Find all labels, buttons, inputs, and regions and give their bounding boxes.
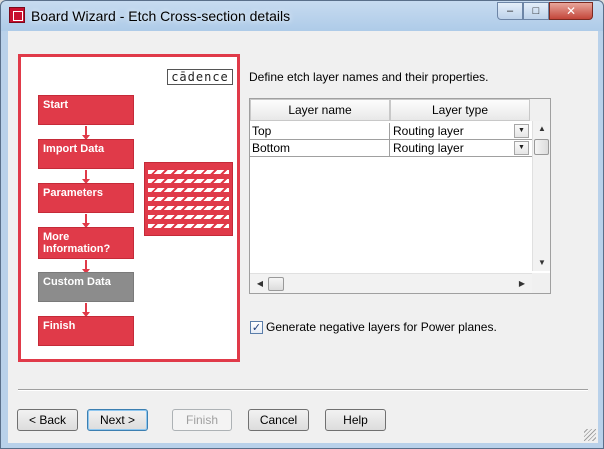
chevron-down-icon: ▼ bbox=[518, 144, 525, 151]
button-divider bbox=[18, 389, 588, 391]
chevron-down-icon: ▼ bbox=[518, 127, 525, 134]
flow-step-more-information: More Information? bbox=[38, 227, 134, 259]
layer-type-cell[interactable]: Routing layer bbox=[391, 140, 531, 156]
wizard-flow-panel: cādence Start Import Data Parameters Mor… bbox=[18, 54, 240, 362]
next-button[interactable]: Next > bbox=[87, 409, 148, 431]
flow-connector-icon bbox=[82, 214, 90, 228]
minimize-icon: – bbox=[506, 5, 514, 17]
column-header-layer-type[interactable]: Layer type bbox=[390, 99, 530, 121]
horizontal-scroll-thumb[interactable] bbox=[268, 277, 284, 291]
flow-step-finish: Finish bbox=[38, 316, 134, 346]
wizard-window: Board Wizard - Etch Cross-section detail… bbox=[0, 0, 604, 449]
table-row[interactable]: Top Routing layer ▼ bbox=[250, 123, 532, 140]
app-icon bbox=[9, 7, 25, 23]
cadence-logo: cādence bbox=[167, 69, 233, 85]
flow-connector-icon bbox=[82, 260, 90, 274]
flow-connector-icon bbox=[82, 126, 90, 140]
resize-grip-icon[interactable] bbox=[584, 429, 596, 441]
flow-connector-icon bbox=[82, 303, 90, 317]
table-row[interactable]: Bottom Routing layer ▼ bbox=[250, 140, 532, 157]
back-button[interactable]: < Back bbox=[17, 409, 78, 431]
flow-step-custom-data: Custom Data bbox=[38, 272, 134, 302]
finish-button[interactable]: Finish bbox=[172, 409, 232, 431]
layer-name-cell[interactable]: Bottom bbox=[250, 140, 390, 156]
layer-name-cell[interactable]: Top bbox=[250, 123, 390, 139]
negative-layers-checkbox[interactable]: ✓ bbox=[250, 321, 263, 334]
scroll-up-icon[interactable]: ▲ bbox=[534, 121, 550, 137]
flow-step-start: Start bbox=[38, 95, 134, 125]
close-button[interactable]: ✕ bbox=[549, 2, 593, 20]
scroll-left-icon[interactable]: ◀ bbox=[252, 276, 268, 292]
window-title: Board Wizard - Etch Cross-section detail… bbox=[31, 8, 291, 24]
maximize-icon: □ bbox=[532, 5, 540, 17]
title-bar[interactable]: Board Wizard - Etch Cross-section detail… bbox=[1, 1, 603, 31]
scrollbar-corner bbox=[532, 273, 550, 293]
header-filler bbox=[530, 99, 550, 121]
scroll-right-icon[interactable]: ▶ bbox=[514, 276, 530, 292]
layer-type-dropdown-button[interactable]: ▼ bbox=[514, 124, 529, 138]
cancel-button[interactable]: Cancel bbox=[248, 409, 309, 431]
layer-type-dropdown-button[interactable]: ▼ bbox=[514, 141, 529, 155]
close-icon: ✕ bbox=[565, 4, 577, 18]
flow-connector-icon bbox=[82, 170, 90, 184]
scroll-down-icon[interactable]: ▼ bbox=[534, 255, 550, 271]
instruction-text: Define etch layer names and their proper… bbox=[249, 70, 489, 84]
column-header-layer-name[interactable]: Layer name bbox=[250, 99, 390, 121]
vertical-scroll-thumb[interactable] bbox=[534, 139, 549, 155]
wizard-body: cādence Start Import Data Parameters Mor… bbox=[8, 31, 598, 443]
maximize-button[interactable]: □ bbox=[523, 2, 549, 20]
help-button[interactable]: Help bbox=[325, 409, 386, 431]
negative-layers-label[interactable]: Generate negative layers for Power plane… bbox=[266, 321, 497, 334]
checkmark-icon: ✓ bbox=[251, 322, 262, 334]
cross-section-illustration bbox=[144, 162, 233, 236]
flow-step-parameters: Parameters bbox=[38, 183, 134, 213]
horizontal-scrollbar[interactable]: ◀ ▶ bbox=[250, 273, 532, 293]
vertical-scrollbar[interactable]: ▲ ▼ bbox=[532, 121, 550, 271]
flow-step-import-data: Import Data bbox=[38, 139, 134, 169]
etch-layer-grid[interactable]: Layer name Layer type Top Routing layer … bbox=[249, 98, 551, 294]
minimize-button[interactable]: – bbox=[497, 2, 523, 20]
layer-type-cell[interactable]: Routing layer bbox=[391, 123, 531, 139]
